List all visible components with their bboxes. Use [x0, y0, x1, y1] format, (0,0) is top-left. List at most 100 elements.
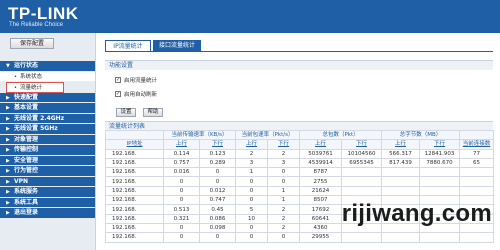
checkbox-checked-icon: ✓ [115, 76, 121, 83]
sidebar-item-status[interactable]: ▼ 运行状态 [0, 61, 95, 72]
checkbox-label: 启用自动刷新 [124, 92, 158, 98]
table-cell: 0 [163, 185, 200, 197]
table-cell: 0 [267, 176, 301, 187]
sidebar-item-transfer-ctrl[interactable]: ▶ 传输控制 [0, 145, 95, 156]
settings-button[interactable]: 设置 [116, 108, 136, 117]
table-cell: 0 [267, 232, 301, 243]
caret-right-icon: ▶ [6, 105, 10, 111]
sidebar-item-label: 流量统计 [20, 85, 43, 91]
ip-cell: 192.168. [105, 148, 164, 159]
table-cell: 0.289 [198, 157, 237, 169]
table-cell: 0.747 [198, 195, 237, 206]
table-cell: 60641 [299, 213, 343, 224]
sidebar-item-label: 系统工具 [14, 198, 39, 206]
sidebar-item-system-status[interactable]: • 系统状态 [0, 71, 95, 82]
table-cell [459, 185, 495, 197]
table-cell [459, 176, 495, 187]
table-cell: 0.45 [198, 204, 237, 215]
table-cell: 0 [198, 176, 237, 187]
sidebar-item-behavior[interactable]: ▶ 行为管控 [0, 166, 95, 177]
table-cell: 1 [267, 195, 301, 206]
table-row: 192.168. 0.757 0.289 3 3 4539914 6955345 817.43… [105, 157, 495, 169]
save-config-button[interactable]: 保存配置 [10, 38, 54, 49]
sidebar-item-basic-settings[interactable]: ▶ 基本设置 [0, 103, 95, 114]
table-cell: 0 [235, 185, 269, 197]
table-cell: 4539914 [299, 157, 343, 169]
sort-link[interactable]: 上行 [235, 139, 269, 150]
sidebar-item-quick-setup[interactable]: ▶ 快速配置 [0, 92, 95, 103]
caret-right-icon: ▶ [6, 136, 10, 143]
table-row: 192.168. 0 0.012 0 1 21624 [105, 185, 495, 197]
table-row: 192.168. 0.016 0 1 0 8787 [105, 167, 495, 178]
table-cell: 2 [267, 222, 301, 234]
sidebar-item-security[interactable]: ▶ 安全管理 [0, 155, 95, 166]
sidebar-item-traffic-stats[interactable]: • 流量统计 [6, 82, 64, 93]
sort-link[interactable]: 上行 [299, 139, 343, 150]
ip-cell: 192.168. [105, 222, 164, 234]
sort-link[interactable]: 下行 [419, 139, 461, 150]
table-cell: 4360 [299, 222, 343, 234]
ip-cell: 192.168. [105, 232, 164, 243]
sidebar-item-system-tools[interactable]: ▶ 系统工具 [0, 197, 95, 208]
ip-cell: 192.168. [105, 185, 164, 197]
caret-down-icon: ▼ [6, 63, 10, 69]
table-cell [341, 176, 383, 187]
table-cell [459, 232, 495, 243]
sidebar-item-wireless-5[interactable]: ▶ 无线设置 5GHz [0, 124, 95, 135]
header-packet-rate: 当前包速率（Pkt/s） [235, 129, 301, 141]
sort-link[interactable]: 下行 [267, 139, 301, 150]
checkbox-checked-icon: ✓ [115, 90, 121, 97]
table-cell [381, 167, 421, 178]
sidebar-item-label: 系统服务 [14, 188, 39, 195]
sidebar-item-logout[interactable]: ▶ 退出登录 [0, 208, 95, 219]
table-cell: 0.757 [163, 157, 200, 169]
table-row: 192.168. 0.114 0.123 2 2 5039761 10104560 566.3… [105, 148, 495, 159]
table-cell: 0 [235, 222, 269, 234]
table-cell [381, 232, 421, 243]
enable-stats-checkbox[interactable]: ✓ 启用流量统计 [115, 76, 157, 86]
main-content: IP流量统计 接口流量统计 功能设置 ✓ 启用流量统计 ✓ 启用自动刷新 设置 帮助… [97, 33, 500, 250]
table-cell: 12841.903 [419, 148, 461, 159]
table-cell: 8507 [299, 195, 343, 206]
sidebar-item-label: 快速配置 [14, 93, 39, 101]
ip-cell: 192.168. [105, 176, 164, 187]
tp-link-logo: TP-LINK [8, 4, 79, 23]
table-cell: 0.086 [198, 213, 237, 224]
table-cell [381, 185, 421, 197]
table-cell: 1 [267, 185, 301, 197]
table-cell [419, 176, 461, 187]
sidebar-item-object-mgmt[interactable]: ▶ 对象管理 [0, 134, 95, 145]
sidebar-item-label: 基本设置 [14, 104, 39, 111]
sort-link[interactable]: 下行 [341, 139, 383, 150]
caret-right-icon: ▶ [6, 199, 10, 206]
table-cell: 3 [235, 157, 269, 169]
top-header: TP-LINK The Reliable Choice [0, 0, 500, 33]
table-cell: 10 [235, 213, 269, 224]
table-cell: 6955345 [341, 157, 383, 169]
sidebar-item-label: 行为管控 [14, 167, 39, 174]
sort-link[interactable]: 上行 [163, 139, 200, 150]
sort-link[interactable]: 下行 [198, 139, 237, 150]
sort-ip-link[interactable]: IP地址 [105, 139, 164, 150]
table-cell: 5039761 [299, 148, 343, 159]
sidebar-item-vpn[interactable]: ▶ VPN [0, 176, 95, 187]
caret-right-icon: ▶ [6, 147, 10, 153]
header-transfer-rate: 当前传输速率（KB/s） [162, 129, 237, 141]
table-row: 192.168. 0 0 0 0 2755 [105, 176, 495, 187]
table-cell: 0 [235, 195, 269, 206]
table-cell: 0 [198, 167, 237, 178]
sort-link[interactable]: 上行 [381, 139, 421, 150]
table-cell: 0 [163, 176, 200, 187]
table-cell [459, 167, 495, 178]
table-cell: 0.321 [163, 213, 200, 224]
auto-refresh-checkbox[interactable]: ✓ 启用自动刷新 [115, 90, 158, 100]
table-cell [341, 232, 383, 243]
sidebar-item-wireless-24[interactable]: ▶ 无线设置 2.4GHz [0, 113, 95, 124]
table-cell: 0 [163, 195, 200, 206]
sidebar-item-system-services[interactable]: ▶ 系统服务 [0, 187, 95, 198]
table-cell [419, 185, 461, 197]
help-button[interactable]: 帮助 [143, 108, 163, 117]
sort-connections-link[interactable]: 当前连接数 [459, 139, 495, 150]
header-total-packets: 总包数（Pkt） [299, 129, 383, 141]
table-body: 192.168. 0.114 0.123 2 2 5039761 10104560 566.3… [105, 148, 495, 243]
